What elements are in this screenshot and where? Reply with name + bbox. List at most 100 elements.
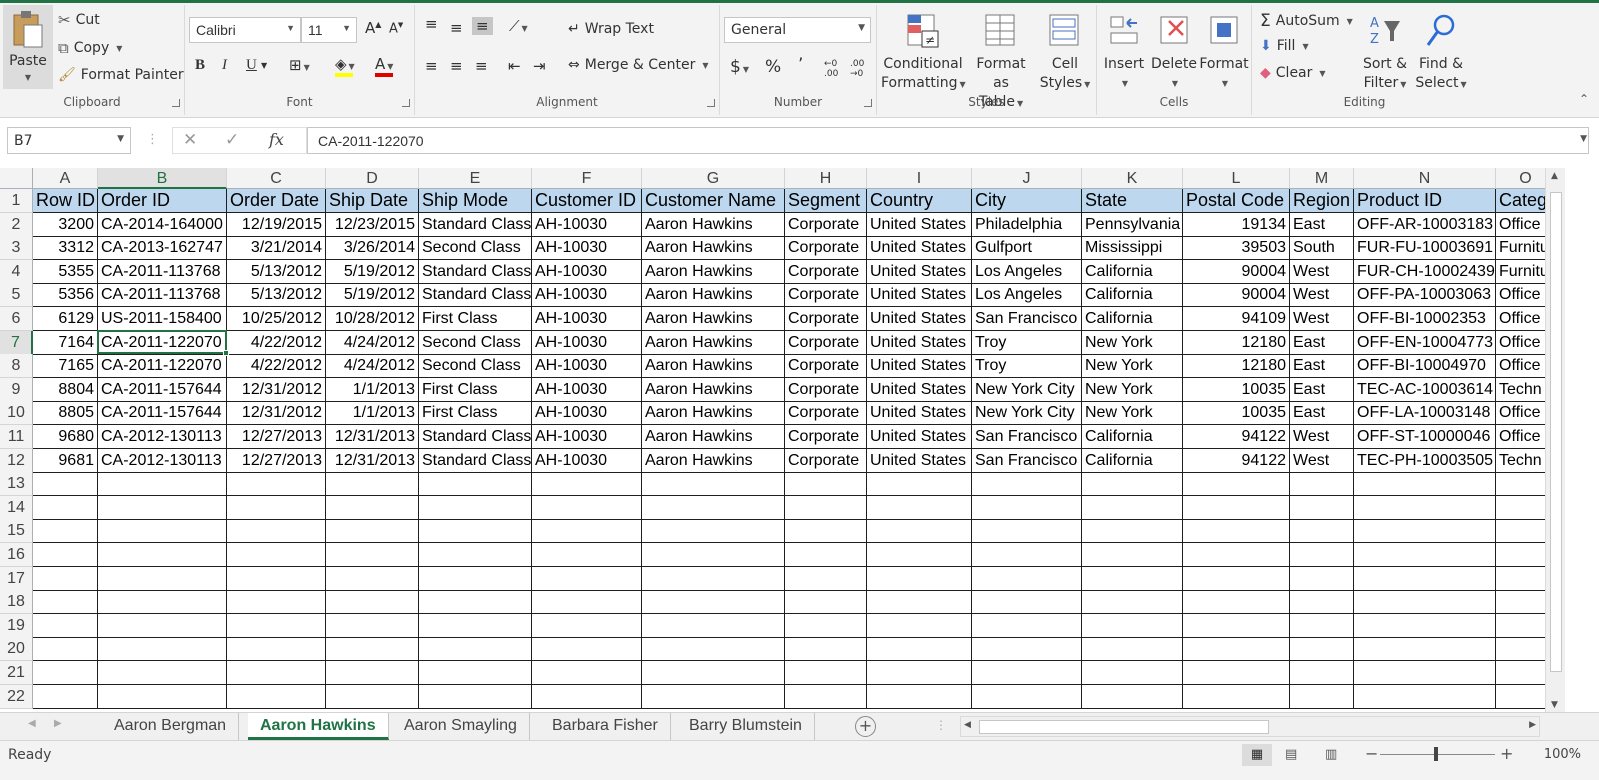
cell-m8[interactable]: East bbox=[1290, 354, 1354, 379]
cell-i13[interactable] bbox=[867, 472, 972, 497]
cell-b14[interactable] bbox=[98, 495, 227, 520]
sort-filter-button[interactable]: AZ Sort & Filter ▼ bbox=[1360, 13, 1410, 94]
cell-h15[interactable] bbox=[785, 519, 867, 544]
cell-m2[interactable]: East bbox=[1290, 212, 1354, 237]
cell-a15[interactable] bbox=[33, 519, 98, 544]
cell-a14[interactable] bbox=[33, 495, 98, 520]
bold-button[interactable]: B bbox=[195, 57, 205, 74]
row-header-4[interactable]: 4 bbox=[0, 259, 33, 284]
cell-b15[interactable] bbox=[98, 519, 227, 544]
cell-h21[interactable] bbox=[785, 661, 867, 685]
cell-f11[interactable]: AH-10030 bbox=[532, 425, 642, 449]
cell-m15[interactable] bbox=[1290, 519, 1354, 544]
cell-d5[interactable]: 5/19/2012 bbox=[326, 283, 419, 308]
cell-e18[interactable] bbox=[419, 590, 532, 615]
cell-n9[interactable]: TEC-AC-10003614 bbox=[1354, 377, 1496, 402]
cell-d8[interactable]: 4/24/2012 bbox=[326, 354, 419, 379]
cell-i19[interactable] bbox=[867, 613, 972, 638]
cell-j13[interactable] bbox=[972, 472, 1082, 497]
row-header-6[interactable]: 6 bbox=[0, 307, 33, 331]
cell-g2[interactable]: Aaron Hawkins bbox=[642, 212, 785, 237]
cell-c17[interactable] bbox=[227, 566, 326, 591]
cell-j10[interactable]: New York City bbox=[972, 401, 1082, 426]
cell-k13[interactable] bbox=[1082, 472, 1183, 497]
cell-n13[interactable] bbox=[1354, 472, 1496, 497]
number-launcher-icon[interactable] bbox=[864, 99, 872, 107]
cell-b12[interactable]: CA-2012-130113 bbox=[98, 448, 227, 473]
cell-h5[interactable]: Corporate bbox=[785, 283, 867, 308]
cell-c18[interactable] bbox=[227, 590, 326, 615]
cell-n16[interactable] bbox=[1354, 543, 1496, 567]
cell-h9[interactable]: Corporate bbox=[785, 377, 867, 402]
cell-j6[interactable]: San Francisco bbox=[972, 307, 1082, 331]
cell-h22[interactable] bbox=[785, 684, 867, 709]
cell-c15[interactable] bbox=[227, 519, 326, 544]
cell-f20[interactable] bbox=[532, 637, 642, 662]
row-header-3[interactable]: 3 bbox=[0, 236, 33, 261]
column-header-b[interactable]: B bbox=[98, 168, 227, 189]
decrease-indent-icon[interactable]: ⇤ bbox=[508, 57, 521, 75]
comma-button[interactable]: ’ bbox=[798, 55, 803, 75]
cell-f17[interactable] bbox=[532, 566, 642, 591]
enter-check-icon[interactable]: ✓ bbox=[225, 130, 239, 150]
cell-k20[interactable] bbox=[1082, 637, 1183, 662]
cell-g9[interactable]: Aaron Hawkins bbox=[642, 377, 785, 402]
cell-k18[interactable] bbox=[1082, 590, 1183, 615]
header-cell-c[interactable]: Order Date bbox=[227, 189, 326, 213]
cell-k10[interactable]: New York bbox=[1082, 401, 1183, 426]
cell-l6[interactable]: 94109 bbox=[1183, 307, 1290, 331]
scroll-up-icon[interactable]: ▲ bbox=[1551, 171, 1558, 181]
cell-a17[interactable] bbox=[33, 566, 98, 591]
cell-f4[interactable]: AH-10030 bbox=[532, 259, 642, 284]
cell-e14[interactable] bbox=[419, 495, 532, 520]
cell-a5[interactable]: 5356 bbox=[33, 283, 98, 308]
cell-a4[interactable]: 5355 bbox=[33, 259, 98, 284]
conditional-formatting-button[interactable]: ≠ Conditional Formatting ▼ bbox=[881, 13, 966, 94]
cell-k17[interactable] bbox=[1082, 566, 1183, 591]
cell-i10[interactable]: United States bbox=[867, 401, 972, 426]
cell-f16[interactable] bbox=[532, 543, 642, 567]
font-color-button[interactable]: A ▼ bbox=[375, 55, 393, 77]
underline-button[interactable]: U bbox=[246, 57, 257, 74]
horizontal-scrollbar[interactable]: ◀ ▶ bbox=[960, 716, 1540, 737]
cell-n21[interactable] bbox=[1354, 661, 1496, 685]
cell-c13[interactable] bbox=[227, 472, 326, 497]
cell-e22[interactable] bbox=[419, 684, 532, 709]
cell-k3[interactable]: Mississippi bbox=[1082, 236, 1183, 261]
cell-j11[interactable]: San Francisco bbox=[972, 425, 1082, 449]
cell-d9[interactable]: 1/1/2013 bbox=[326, 377, 419, 402]
sheet-tab-aaron-hawkins[interactable]: Aaron Hawkins bbox=[248, 713, 389, 740]
cell-d4[interactable]: 5/19/2012 bbox=[326, 259, 419, 284]
find-select-button[interactable]: Find & Select ▼ bbox=[1412, 13, 1470, 94]
cell-e7[interactable]: Second Class bbox=[419, 330, 532, 355]
new-sheet-icon[interactable]: + bbox=[855, 716, 876, 737]
cell-k7[interactable]: New York bbox=[1082, 330, 1183, 355]
cell-b2[interactable]: CA-2014-164000 bbox=[98, 212, 227, 237]
cell-d18[interactable] bbox=[326, 590, 419, 615]
column-header-d[interactable]: D bbox=[326, 168, 419, 189]
underline-dropdown-icon[interactable]: ▼ bbox=[261, 61, 267, 70]
header-cell-e[interactable]: Ship Mode bbox=[419, 189, 532, 213]
cell-i16[interactable] bbox=[867, 543, 972, 567]
tab-splitter-icon[interactable]: ⋮ bbox=[935, 718, 947, 732]
cell-e21[interactable] bbox=[419, 661, 532, 685]
cell-c19[interactable] bbox=[227, 613, 326, 638]
middle-align-icon[interactable]: ≡ bbox=[450, 19, 463, 37]
cell-n17[interactable] bbox=[1354, 566, 1496, 591]
cell-g19[interactable] bbox=[642, 613, 785, 638]
cell-n22[interactable] bbox=[1354, 684, 1496, 709]
cell-h11[interactable]: Corporate bbox=[785, 425, 867, 449]
row-header-15[interactable]: 15 bbox=[0, 519, 33, 544]
cell-g16[interactable] bbox=[642, 543, 785, 567]
cell-i14[interactable] bbox=[867, 495, 972, 520]
currency-button[interactable]: $ ▼ bbox=[730, 57, 749, 77]
collapse-ribbon-icon[interactable]: ⌃ bbox=[1579, 92, 1589, 106]
cell-i21[interactable] bbox=[867, 661, 972, 685]
cell-n2[interactable]: OFF-AR-10003183 bbox=[1354, 212, 1496, 237]
cell-e6[interactable]: First Class bbox=[419, 307, 532, 331]
cell-h7[interactable]: Corporate bbox=[785, 330, 867, 355]
cell-m5[interactable]: West bbox=[1290, 283, 1354, 308]
cell-e20[interactable] bbox=[419, 637, 532, 662]
cell-styles-button[interactable]: Cell Styles ▼ bbox=[1037, 13, 1093, 94]
cell-g8[interactable]: Aaron Hawkins bbox=[642, 354, 785, 379]
